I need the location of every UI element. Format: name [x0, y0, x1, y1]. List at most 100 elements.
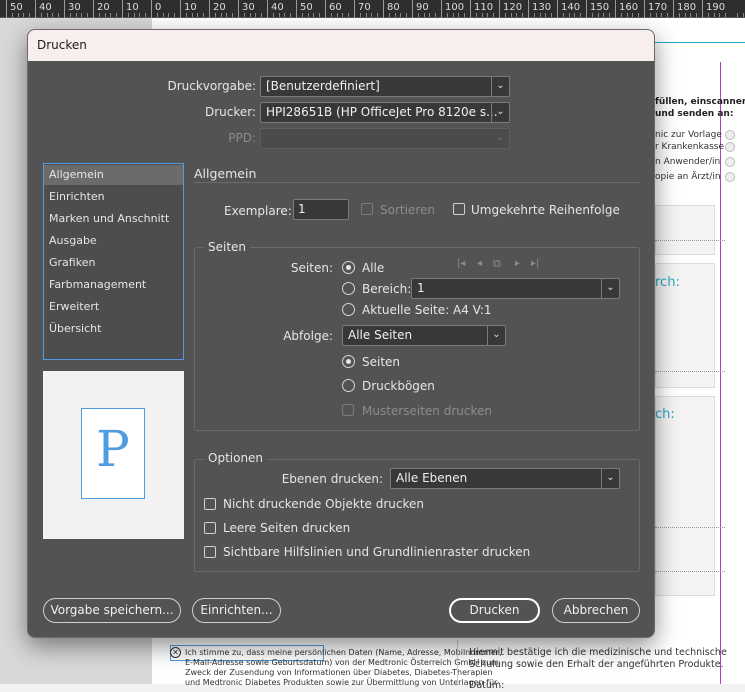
ruler-minor-tick — [678, 13, 680, 17]
drucker-value: HPI28651B (HP OfficeJet Pro 8120e s... — [266, 105, 498, 119]
sidebar-item-erweitert[interactable]: Erweitert — [44, 297, 183, 317]
setup-button[interactable]: Einrichten... — [192, 598, 281, 623]
ruler-minor-tick — [667, 13, 669, 17]
exemplare-input[interactable]: 1 — [293, 199, 349, 220]
alle-radio[interactable] — [342, 261, 355, 274]
bereich-input[interactable]: 1 ⌄ — [411, 278, 620, 299]
ruler-minor-tick — [522, 13, 524, 17]
ruler-minor-tick — [725, 13, 727, 17]
drucker-select[interactable]: HPI28651B (HP OfficeJet Pro 8120e s... ⌄ — [260, 102, 510, 123]
last-page-icon: ▸| — [531, 258, 540, 269]
sidebar-item-uebersicht[interactable]: Übersicht — [44, 319, 183, 339]
sidebar-item-marken-anschnitt[interactable]: Marken und Anschnitt — [44, 209, 183, 229]
ruler-tick: 110 — [470, 0, 493, 18]
bereich-radio[interactable] — [342, 282, 355, 295]
nicht-druckende-checkbox[interactable] — [204, 498, 216, 510]
ruler-minor-tick — [510, 13, 512, 17]
save-preset-button[interactable]: Vorgabe speichern... — [43, 598, 181, 623]
sortieren-label: Sortieren — [380, 203, 435, 217]
doc-option-text: opie an Ärzt/in — [655, 172, 721, 182]
page-spread-icon: ⧉ — [493, 257, 501, 270]
ebenen-value: Alle Ebenen — [396, 471, 468, 485]
ruler-minor-tick — [516, 13, 518, 17]
ruler-minor-tick — [127, 13, 129, 17]
previous-page-icon: ◂ — [477, 258, 483, 269]
aktuelle-seite-radio[interactable] — [342, 303, 355, 316]
druckvorgabe-select[interactable]: [Benutzerdefiniert] ⌄ — [260, 76, 510, 97]
doc-option-text: nic zur Vorlage — [655, 130, 722, 140]
sidebar-item-einrichten[interactable]: Einrichten — [44, 187, 183, 207]
ruler-minor-tick — [359, 13, 361, 17]
ruler-tick: 100 — [441, 0, 464, 18]
ruler-minor-tick — [423, 13, 425, 17]
doc-divider — [457, 640, 458, 684]
sidebar-item-farbmanagement[interactable]: Farbmanagement — [44, 275, 183, 295]
aktuelle-seite-label: Aktuelle Seite: A4 V:1 — [362, 303, 492, 317]
print-button[interactable]: Drucken — [449, 598, 540, 623]
chevron-down-icon: ⌄ — [601, 469, 619, 488]
dialog-titlebar[interactable]: Drucken — [28, 30, 654, 61]
sidebar-item-allgemein[interactable]: Allgemein — [44, 165, 183, 185]
ruler-minor-tick — [574, 13, 576, 17]
ruler-minor-tick — [649, 13, 651, 17]
ruler-minor-tick — [52, 13, 54, 17]
chevron-down-icon: ⌄ — [491, 77, 509, 96]
ruler-minor-tick — [75, 13, 77, 17]
ruler-minor-tick — [736, 13, 738, 17]
ruler-minor-tick — [98, 13, 100, 17]
bereich-label: Bereich: — [362, 282, 412, 296]
ruler-minor-tick — [504, 13, 506, 17]
ruler-tick: 90 — [412, 0, 429, 18]
ruler-minor-tick — [58, 13, 60, 17]
seiten-group-title: Seiten — [204, 240, 251, 254]
doc-option-text: r Krankenkasse — [655, 142, 724, 152]
sidebar-item-ausgabe[interactable]: Ausgabe — [44, 231, 183, 251]
umgekehrte-label: Umgekehrte Reihenfolge — [471, 203, 620, 217]
ruler-minor-tick — [620, 13, 622, 17]
next-page-icon: ▸ — [515, 258, 521, 269]
ruler-minor-tick — [116, 13, 118, 17]
alle-label: Alle — [362, 261, 385, 275]
seiten-radio[interactable] — [342, 355, 355, 368]
doc-option-text: n Anwender/in — [655, 157, 721, 167]
doc-dotted-line — [655, 527, 725, 528]
druckboegen-label: Druckbögen — [362, 379, 435, 393]
ruler-tick: 0 — [151, 0, 161, 18]
ruler-tick: 180 — [673, 0, 696, 18]
ruler-minor-tick — [591, 13, 593, 17]
drucker-label: Drucker: — [204, 105, 256, 119]
abfolge-select[interactable]: Alle Seiten ⌄ — [342, 325, 506, 346]
category-list: Allgemein Einrichten Marken und Anschnit… — [43, 163, 184, 360]
consent-text: und Medtronic Diabetes Produkten sowie z… — [185, 678, 498, 687]
ruler-minor-tick — [330, 13, 332, 17]
chevron-down-icon: ⌄ — [487, 326, 505, 345]
ruler-minor-tick — [110, 13, 112, 17]
confirm-text: Hiermit bestätige ich die medizinische u… — [469, 647, 727, 658]
ebenen-select[interactable]: Alle Ebenen ⌄ — [390, 468, 620, 489]
first-page-icon: |◂ — [457, 258, 466, 269]
ruler-minor-tick — [87, 13, 89, 17]
ruler-minor-tick — [226, 13, 228, 17]
ruler-minor-tick — [475, 13, 477, 17]
cancel-button[interactable]: Abbrechen — [552, 598, 640, 623]
ruler-minor-tick — [243, 13, 245, 17]
ruler-minor-tick — [185, 13, 187, 17]
bereich-value: 1 — [417, 281, 425, 295]
ruler-tick: 150 — [586, 0, 609, 18]
druckboegen-radio[interactable] — [342, 379, 355, 392]
sidebar-item-grafiken[interactable]: Grafiken — [44, 253, 183, 273]
ruler-tick: 40 — [35, 0, 52, 18]
doc-option-circle — [725, 157, 735, 167]
ruler-minor-tick — [319, 13, 321, 17]
ruler-minor-tick — [626, 13, 628, 17]
hilfslinien-checkbox[interactable] — [204, 546, 216, 558]
leere-seiten-checkbox[interactable] — [204, 522, 216, 534]
ruler-minor-tick — [342, 13, 344, 17]
umgekehrte-checkbox[interactable] — [453, 203, 465, 215]
ruler-minor-tick — [406, 13, 408, 17]
ruler-minor-tick — [81, 13, 83, 17]
hilfslinien-label: Sichtbare Hilfslinien und Grundlinienras… — [223, 545, 531, 559]
ruler-minor-tick — [307, 13, 309, 17]
ruler-minor-tick — [255, 13, 257, 17]
section-separator — [194, 182, 640, 183]
